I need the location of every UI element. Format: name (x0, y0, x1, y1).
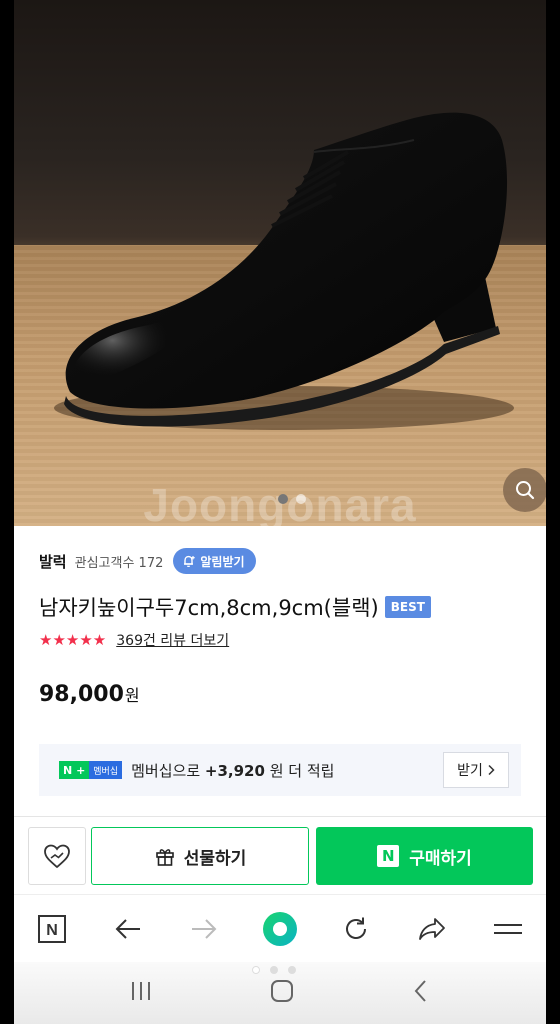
naver-plus-icon: N + (59, 761, 90, 779)
page-dot-active (252, 966, 260, 974)
chevron-right-icon (488, 764, 495, 776)
page-dot (288, 966, 296, 974)
receive-button[interactable]: 받기 (443, 752, 509, 788)
price-row: 98,000 원 (39, 682, 140, 707)
review-link[interactable]: 369건 리뷰 더보기 (116, 630, 229, 650)
system-back-button[interactable] (410, 978, 432, 1008)
recent-apps-button[interactable] (128, 979, 154, 1007)
refresh-icon (346, 917, 366, 939)
back-arrow-icon (115, 918, 140, 939)
gift-icon (155, 849, 174, 866)
menu-button[interactable] (483, 904, 533, 954)
best-badge: BEST (384, 596, 431, 618)
home-button[interactable] (269, 978, 295, 1008)
price-currency: 원 (124, 686, 140, 705)
recent-apps-icon (131, 982, 150, 1000)
rating-row: ★★★★★ 369건 리뷰 더보기 (39, 630, 229, 650)
right-edge (546, 0, 560, 1024)
bell-plus-icon (184, 555, 196, 567)
share-icon (419, 917, 445, 940)
gift-button[interactable]: 선물하기 (91, 827, 309, 885)
carousel-dot[interactable] (296, 494, 306, 504)
svg-text:N: N (46, 922, 58, 939)
membership-banner: N + 멤버십 멤버십으로 +3,920 원 더 적립 받기 (39, 744, 521, 796)
alarm-button[interactable]: 알림받기 (173, 548, 256, 574)
wishlist-button[interactable] (28, 827, 86, 885)
membership-badge: N + 멤버십 (59, 761, 123, 779)
naver-pay-icon: N (377, 845, 400, 867)
browser-page-dots (252, 966, 296, 974)
browser-toolbar: N (14, 894, 546, 962)
product-info: 발럭 관심고객수 172 알림받기 남자키높이구두7cm,8cm,9cm(블랙)… (14, 526, 546, 816)
membership-text: 멤버십으로 +3,920 원 더 적립 (131, 761, 335, 780)
alarm-label: 알림받기 (200, 554, 245, 569)
star-rating: ★★★★★ (39, 631, 107, 649)
gift-label: 선물하기 (183, 848, 247, 869)
forward-arrow-icon (192, 918, 217, 939)
green-dot-button[interactable] (255, 904, 305, 954)
share-button[interactable] (407, 904, 457, 954)
back-button[interactable] (103, 904, 153, 954)
purchase-bar: 선물하기 N 구매하기 (14, 816, 546, 894)
shoe-image (54, 112, 514, 430)
green-dot-home-icon (263, 911, 297, 946)
product-title: 남자키높이구두7cm,8cm,9cm(블랙) (39, 596, 379, 620)
menu-icon (494, 923, 522, 934)
refresh-button[interactable] (331, 904, 381, 954)
left-edge (0, 0, 14, 1024)
page-dot (270, 966, 278, 974)
seller-row: 발럭 관심고객수 172 알림받기 (39, 548, 256, 574)
magnifier-icon (516, 481, 535, 500)
carousel-dot-active[interactable] (278, 494, 288, 504)
image-carousel-dots (278, 494, 306, 504)
home-icon (270, 980, 293, 1002)
buy-label: 구매하기 (409, 848, 472, 869)
membership-amount: +3,920 (204, 761, 265, 780)
naver-n-icon: N (38, 914, 66, 943)
buy-button[interactable]: N 구매하기 (316, 827, 533, 885)
zoom-button[interactable] (503, 468, 546, 512)
phone-screen: Joongonara 발럭 관심고객수 172 (0, 0, 560, 1024)
chevron-left-icon (414, 980, 427, 1002)
receive-label: 받기 (457, 763, 483, 779)
membership-badge-label: 멤버십 (89, 761, 123, 779)
seller-name[interactable]: 발럭 (39, 551, 67, 572)
price-value: 98,000 (39, 682, 124, 707)
product-image[interactable]: Joongonara (14, 0, 546, 526)
title-row: 남자키높이구두7cm,8cm,9cm(블랙) BEST (39, 592, 431, 622)
heart-icon (44, 844, 70, 869)
forward-button[interactable] (179, 904, 229, 954)
naver-home-button[interactable]: N (27, 904, 77, 954)
interest-count: 관심고객수 172 (74, 555, 164, 571)
